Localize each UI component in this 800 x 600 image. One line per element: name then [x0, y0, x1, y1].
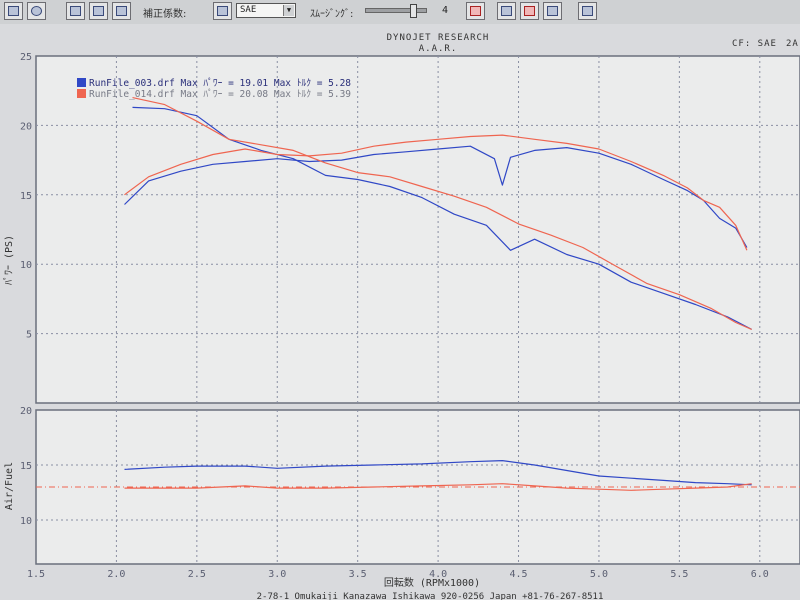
- correction-label: 補正係数:: [143, 9, 187, 20]
- legend-swatch-run1: [77, 78, 86, 87]
- x-tick-label: 2.5: [188, 569, 206, 580]
- toolbar: 補正係数: SAE ▼ ｽﾑｰｼﾞﾝｸﾞ: 4: [0, 0, 800, 25]
- power-torque-panel: 5 10 15 20 25 ﾊﾟﾜｰ (PS) RunFile_003.drf Max …: [3, 52, 800, 404]
- legend-run2: RunFile_014.drf Max ﾊﾟﾜｰ = 20.08 Max ﾄﾙｸ…: [89, 89, 351, 100]
- x-tick-label: 2.0: [107, 569, 125, 580]
- x-tick-label: 1.5: [27, 569, 45, 580]
- legend: RunFile_003.drf Max ﾊﾟﾜｰ = 19.01 Max ﾄﾙｸ…: [77, 78, 351, 100]
- y-tick-label: 20: [20, 406, 32, 417]
- correction-icon[interactable]: [213, 2, 232, 20]
- print-icon[interactable]: [543, 2, 562, 20]
- y-tick-label: 25: [20, 52, 32, 63]
- smoothing-slider[interactable]: [365, 4, 427, 18]
- x-tick-label: 6.0: [751, 569, 769, 580]
- graph-select-icon[interactable]: [112, 2, 131, 20]
- y-tick-label: 10: [20, 516, 32, 527]
- smoothing-label: ｽﾑｰｼﾞﾝｸﾞ:: [310, 9, 354, 20]
- rpm-axis-label: 回転数 (RPMx1000): [384, 576, 480, 589]
- air-fuel-axis-label: Air/Fuel: [4, 462, 15, 510]
- close-run-icon[interactable]: [466, 2, 485, 20]
- correction-factor-label: CF: SAE: [732, 39, 777, 49]
- x-tick-label: 5.0: [590, 569, 608, 580]
- smoothing-value: 4: [442, 5, 449, 16]
- y-tick-label: 5: [26, 330, 32, 341]
- y-tick-label: 15: [20, 461, 32, 472]
- y-tick-label: 10: [20, 260, 32, 271]
- settings-icon[interactable]: [578, 2, 597, 20]
- x-tick-label: 3.5: [349, 569, 367, 580]
- grid-view-icon[interactable]: [66, 2, 85, 20]
- smoothing-slider-thumb[interactable]: [410, 4, 417, 18]
- air-fuel-panel: 10 15 20 Air/Fuel: [4, 406, 800, 565]
- legend-run1: RunFile_003.drf Max ﾊﾟﾜｰ = 19.01 Max ﾄﾙｸ…: [89, 78, 351, 89]
- marker-icon[interactable]: [520, 2, 539, 20]
- record-icon[interactable]: [27, 2, 46, 20]
- run-list-icon[interactable]: [89, 2, 108, 20]
- correction-standard-value: SAE: [240, 5, 257, 15]
- chevron-down-icon: ▼: [283, 5, 294, 16]
- x-tick-label: 5.5: [670, 569, 688, 580]
- correction-standard-select[interactable]: SAE ▼: [236, 3, 296, 18]
- power-axis-label: ﾊﾟﾜｰ (PS): [3, 235, 15, 285]
- zoom-icon[interactable]: [497, 2, 516, 20]
- legend-swatch-run2: [77, 89, 86, 98]
- footer-address: 2-78-1 Omukaiji Kanazawa Ishikawa 920-02…: [257, 592, 604, 600]
- y-tick-label: 15: [20, 191, 32, 202]
- y-tick-label: 20: [20, 121, 32, 132]
- chart-header-title: DYNOJET RESEARCH: [387, 33, 490, 43]
- x-tick-label: 4.5: [509, 569, 527, 580]
- file-icon[interactable]: [4, 2, 23, 20]
- chart-header-subtitle: A.A.R.: [419, 44, 458, 54]
- x-tick-label: 3.0: [268, 569, 286, 580]
- page-label: 2A: [786, 39, 799, 49]
- dyno-chart: DYNOJET RESEARCH A.A.R. CF: SAE 2A 5 10 15…: [0, 24, 800, 600]
